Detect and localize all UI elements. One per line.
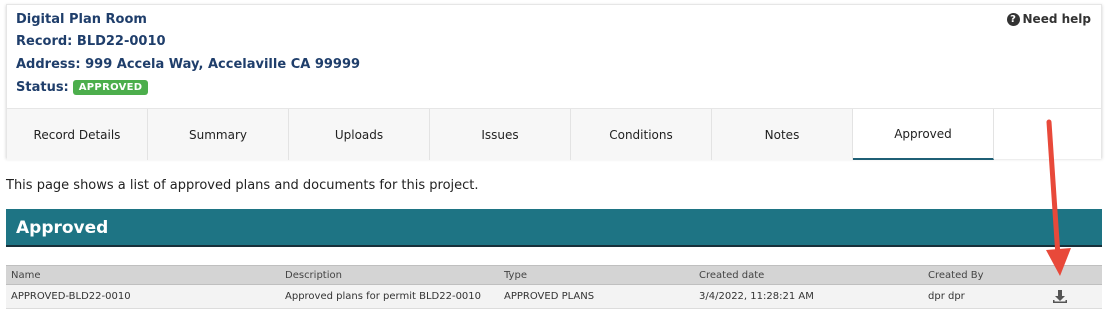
tabs-filler — [994, 109, 1101, 159]
tab-approved[interactable]: Approved — [853, 109, 994, 160]
status-label: Status: — [16, 80, 69, 95]
intro-text: This page shows a list of approved plans… — [6, 178, 479, 193]
question-circle-icon: ? — [1006, 12, 1020, 26]
approved-section-header: Approved — [6, 209, 1102, 247]
download-button[interactable] — [1052, 285, 1068, 308]
table-row: APPROVED-BLD22-0010 Approved plans for p… — [6, 285, 1102, 309]
tab-issues[interactable]: Issues — [430, 109, 571, 160]
cell-created-by: dpr dpr — [928, 291, 965, 302]
column-header-type[interactable]: Type — [504, 266, 527, 284]
cell-name: APPROVED-BLD22-0010 — [11, 291, 131, 302]
tab-notes[interactable]: Notes — [712, 109, 853, 160]
record-status: Status: APPROVED — [16, 80, 149, 95]
download-icon — [1053, 289, 1067, 303]
tab-conditions[interactable]: Conditions — [571, 109, 712, 160]
record-tabs: Record Details Summary Uploads Issues Co… — [7, 108, 1101, 160]
record-number: Record: BLD22-0010 — [16, 34, 166, 49]
cell-type: APPROVED PLANS — [504, 291, 595, 302]
need-help-link[interactable]: ? Need help — [1006, 12, 1091, 26]
column-header-created-date[interactable]: Created date — [699, 266, 764, 284]
column-header-name[interactable]: Name — [11, 266, 41, 284]
cell-description: Approved plans for permit BLD22-0010 — [285, 291, 482, 302]
page-title: Digital Plan Room — [16, 12, 147, 27]
tab-summary[interactable]: Summary — [148, 109, 289, 160]
record-address: Address: 999 Accela Way, Accelaville CA … — [16, 57, 361, 72]
tab-record-details[interactable]: Record Details — [7, 109, 148, 160]
approved-documents-table: Name Description Type Created date Creat… — [6, 265, 1102, 309]
section-title: Approved — [16, 218, 109, 238]
column-header-created-by[interactable]: Created By — [928, 266, 984, 284]
tab-uploads[interactable]: Uploads — [289, 109, 430, 160]
need-help-label: Need help — [1022, 12, 1091, 26]
column-header-description[interactable]: Description — [285, 266, 342, 284]
cell-created-date: 3/4/2022, 11:28:21 AM — [699, 291, 814, 302]
table-header-row: Name Description Type Created date Creat… — [6, 265, 1102, 285]
record-header-card: Digital Plan Room Record: BLD22-0010 Add… — [6, 4, 1102, 160]
status-badge: APPROVED — [72, 80, 149, 95]
